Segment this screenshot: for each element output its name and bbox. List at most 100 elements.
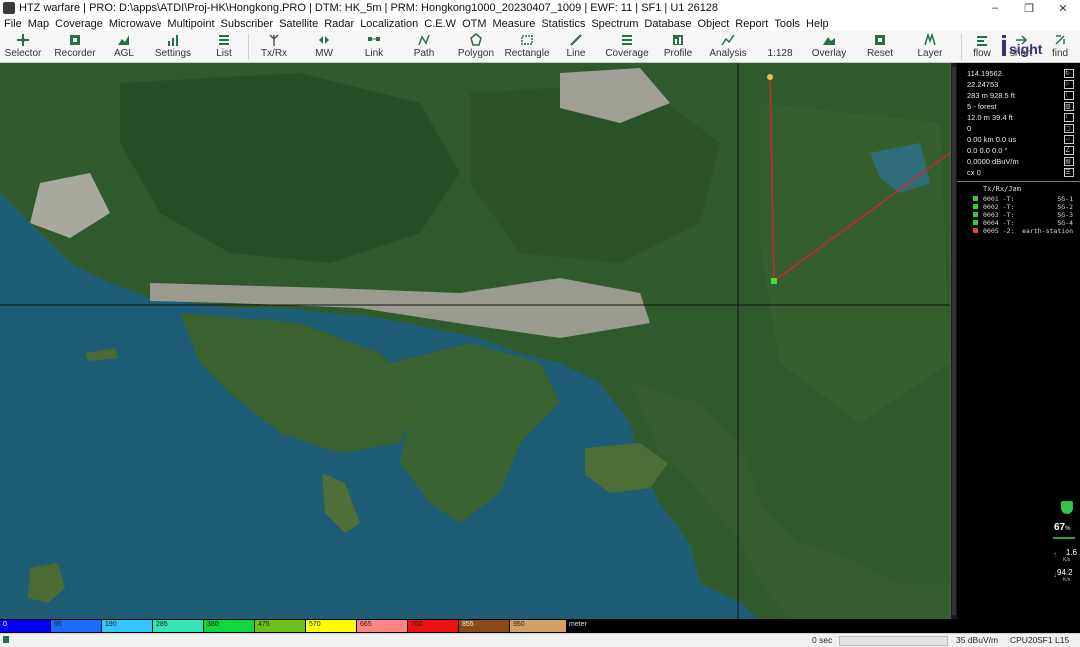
menu-file[interactable]: File	[0, 18, 25, 30]
scrollbar-thumb[interactable]	[952, 67, 956, 615]
agl-icon	[117, 33, 131, 47]
svg-text:sight: sight	[1009, 41, 1043, 57]
menu-report[interactable]: Report	[732, 18, 771, 30]
net-up-value: 1.6	[1065, 548, 1077, 557]
legend-band: 570	[306, 620, 357, 632]
recorder-label: Recorder	[54, 48, 96, 59]
trx-id: 0005 -2:	[983, 227, 1015, 235]
reset-icon	[873, 33, 887, 47]
rectangle-label: Rectangle	[504, 48, 550, 59]
menu-help[interactable]: Help	[803, 18, 832, 30]
insight-logo: sight	[1002, 35, 1043, 57]
title-bar: HTZ warfare | PRO: D:\apps\ATDI\Proj-HK\…	[0, 0, 1080, 16]
scale-icon	[773, 33, 787, 47]
menu-tools[interactable]: Tools	[771, 18, 803, 30]
menu-localization[interactable]: Localization	[357, 18, 421, 30]
txrx-label: Tx/Rx	[260, 48, 288, 59]
app-icon	[3, 2, 15, 14]
settings-button[interactable]: Settings	[150, 31, 196, 62]
coverage-button[interactable]: Coverage	[604, 31, 650, 62]
cpu-usage: 67%	[1054, 522, 1070, 533]
menu-otm[interactable]: OTM	[459, 18, 489, 30]
layer-button[interactable]: Layer	[912, 31, 948, 62]
line-icon	[569, 33, 583, 47]
distance-icon[interactable]: ↔	[1064, 135, 1074, 144]
menu-satellite[interactable]: Satellite	[276, 18, 321, 30]
scale-button[interactable]: 1:128	[762, 31, 798, 62]
satellite-map[interactable]	[0, 63, 950, 619]
elevation-icon[interactable]: ↑	[1064, 91, 1074, 100]
legend-label: 190	[105, 621, 117, 628]
analysis-icon	[721, 33, 735, 47]
menu-map[interactable]: Map	[25, 18, 52, 30]
status-field: 35 dBuV/m	[956, 635, 999, 645]
legend-unit: meter	[569, 621, 587, 628]
height-icon[interactable]: ↕	[1064, 113, 1074, 122]
status-indicator-icon	[3, 636, 9, 643]
window-controls: – ❐ ✕	[978, 0, 1080, 16]
close-button[interactable]: ✕	[1046, 0, 1080, 16]
cpu-percent-unit: %	[1065, 526, 1071, 532]
flow-button[interactable]: flow	[966, 31, 998, 62]
path-icon	[417, 33, 431, 47]
elevation-legend: 0 95 190 285 380 475 570 665 760 855 950…	[0, 619, 1080, 633]
legend-label: 950	[513, 621, 525, 628]
rectangle-button[interactable]: Rectangle	[502, 31, 552, 62]
trx-id: 0003 -T:	[983, 211, 1015, 219]
selector-button[interactable]: Selector	[2, 31, 44, 62]
line-button[interactable]: Line	[560, 31, 592, 62]
flow-label: flow	[973, 48, 991, 59]
clutter-icon[interactable]: ▥	[1064, 102, 1074, 111]
layer-label: Layer	[917, 48, 943, 59]
menu-subscriber[interactable]: Subscriber	[218, 18, 277, 30]
legend-band: 855	[459, 620, 510, 632]
flow-icon	[975, 33, 989, 47]
menu-coverage[interactable]: Coverage	[52, 18, 106, 30]
legend-label: 95	[54, 621, 62, 628]
security-shield-icon[interactable]	[1061, 501, 1073, 514]
menu-object[interactable]: Object	[695, 18, 733, 30]
info-panel: 114.19562 ↻ 22.24753 ⌂ 283 m 928.5 ft ↑ …	[957, 63, 1080, 619]
path-button[interactable]: Path	[406, 31, 442, 62]
menu-cew[interactable]: C.E.W	[421, 18, 459, 30]
menu-measure[interactable]: Measure	[490, 18, 539, 30]
menu-multipoint[interactable]: Multipoint	[164, 18, 217, 30]
home-icon[interactable]: ⌂	[1064, 80, 1074, 89]
menu-radar[interactable]: Radar	[321, 18, 357, 30]
minimize-button[interactable]: –	[978, 0, 1012, 16]
overlay-label: Overlay	[811, 48, 847, 59]
reset-button[interactable]: Reset	[862, 31, 898, 62]
menu-spectrum[interactable]: Spectrum	[588, 18, 641, 30]
map-view[interactable]	[0, 63, 950, 619]
polygon-icon	[469, 33, 483, 47]
find-label: find	[1051, 48, 1069, 59]
txrx-button[interactable]: Tx/Rx	[254, 31, 294, 62]
overlay-icon	[822, 33, 836, 47]
field-icon[interactable]: ▤	[1064, 157, 1074, 166]
mw-button[interactable]: MW	[306, 31, 342, 62]
menu-icon[interactable]: ☰	[1064, 168, 1074, 177]
restore-button[interactable]: ❐	[1012, 0, 1046, 16]
info-latitude: 22.24753	[967, 80, 999, 89]
menu-statistics[interactable]: Statistics	[538, 18, 588, 30]
angle-icon[interactable]: ∠	[1064, 146, 1074, 155]
agl-button[interactable]: AGL	[106, 31, 142, 62]
analysis-button[interactable]: Analysis	[706, 31, 750, 62]
profile-button[interactable]: Profile	[660, 31, 696, 62]
rotate-icon[interactable]: ↻	[1064, 69, 1074, 78]
recorder-button[interactable]: Recorder	[52, 31, 98, 62]
polygon-button[interactable]: Polygon	[454, 31, 498, 62]
trx-id: 0004 -T:	[983, 219, 1015, 227]
legend-band: 950	[510, 620, 567, 632]
menu-database[interactable]: Database	[641, 18, 694, 30]
list-label: List	[216, 48, 232, 59]
layer-icon	[923, 32, 937, 47]
trx-name: 5G-4	[1057, 219, 1073, 227]
rectangle-icon	[520, 33, 534, 47]
building-icon[interactable]: ▢	[1064, 124, 1074, 133]
overlay-button[interactable]: Overlay	[808, 31, 850, 62]
cpu-usage-bar	[1053, 537, 1075, 539]
list-button[interactable]: List	[206, 31, 242, 62]
link-button[interactable]: Link	[356, 31, 392, 62]
menu-microwave[interactable]: Microwave	[106, 18, 165, 30]
